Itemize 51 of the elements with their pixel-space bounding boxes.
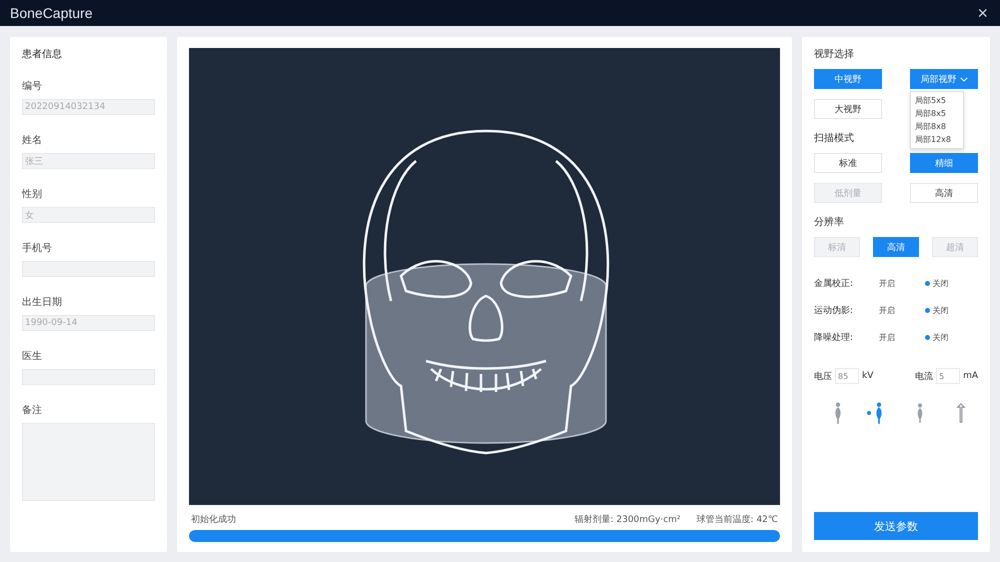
field-label: 手机号: [22, 242, 53, 255]
field-label: 编号: [22, 80, 43, 93]
section-title: 视野选择: [814, 48, 854, 61]
dropdown-option[interactable]: 局部12x8: [911, 133, 963, 146]
input-field[interactable]: [22, 261, 155, 277]
spinner-label: 电压: [814, 370, 832, 382]
unit-label: mA: [963, 371, 978, 381]
field-label: 备注: [22, 404, 43, 417]
person-icon: [915, 402, 925, 424]
send-button[interactable]: 发送参数: [814, 512, 978, 540]
number-field[interactable]: 85: [835, 368, 859, 384]
window-title: BoneCapture: [10, 5, 93, 21]
dropdown-button[interactable]: 局部视野: [910, 69, 978, 89]
fov-button[interactable]: 中视野: [814, 69, 882, 89]
resolution-button[interactable]: 高清: [873, 237, 919, 257]
field-label: 性别: [22, 188, 43, 201]
spinner-label: 电流: [915, 370, 934, 382]
pose-option[interactable]: [867, 402, 884, 424]
radio-option[interactable]: 关闭: [924, 332, 978, 343]
unit-label: kV: [862, 371, 874, 381]
panel-title: 患者信息: [22, 48, 63, 61]
dropdown-option[interactable]: 局部5x5: [911, 94, 963, 107]
section-title: 分辨率: [814, 216, 844, 229]
close-button[interactable]: ×: [973, 3, 992, 23]
option-label: 运动伪影:: [814, 304, 854, 317]
input-field[interactable]: [22, 369, 155, 385]
option-label: 降噪处理:: [814, 332, 854, 344]
radio-option[interactable]: 开启: [871, 305, 925, 316]
caret-icon: [960, 76, 968, 82]
status-text: 初始化成功: [191, 514, 236, 526]
radio-option[interactable]: 关闭: [924, 305, 978, 316]
radio-option[interactable]: 关闭: [924, 278, 978, 289]
dose-text: 辐射剂量: 2300mGy·cm²: [574, 514, 681, 526]
field-label: 出生日期: [22, 296, 63, 309]
radio-option[interactable]: 开启: [871, 278, 925, 289]
scan-mode-button[interactable]: 高清: [910, 183, 978, 203]
temperature-text: 球管当前温度: 42℃: [696, 514, 778, 526]
dropdown-option[interactable]: 局部8x8: [911, 120, 963, 133]
dropdown-option[interactable]: 局部8x5: [911, 107, 963, 120]
person-icon: [833, 402, 843, 424]
option-label: 金属校正:: [814, 278, 854, 290]
scan-mode-button[interactable]: 精细: [910, 153, 978, 173]
person-icon: [874, 402, 884, 424]
fov-button[interactable]: 大视野: [814, 99, 882, 119]
field-label: 姓名: [22, 134, 43, 147]
section-title: 扫描模式: [814, 132, 854, 145]
number-field[interactable]: 5: [936, 368, 960, 384]
field-label: 医生: [22, 350, 43, 363]
radio-option[interactable]: 开启: [871, 332, 925, 343]
scan-mode-button[interactable]: 标准: [814, 153, 882, 173]
notes-field[interactable]: [22, 423, 155, 501]
